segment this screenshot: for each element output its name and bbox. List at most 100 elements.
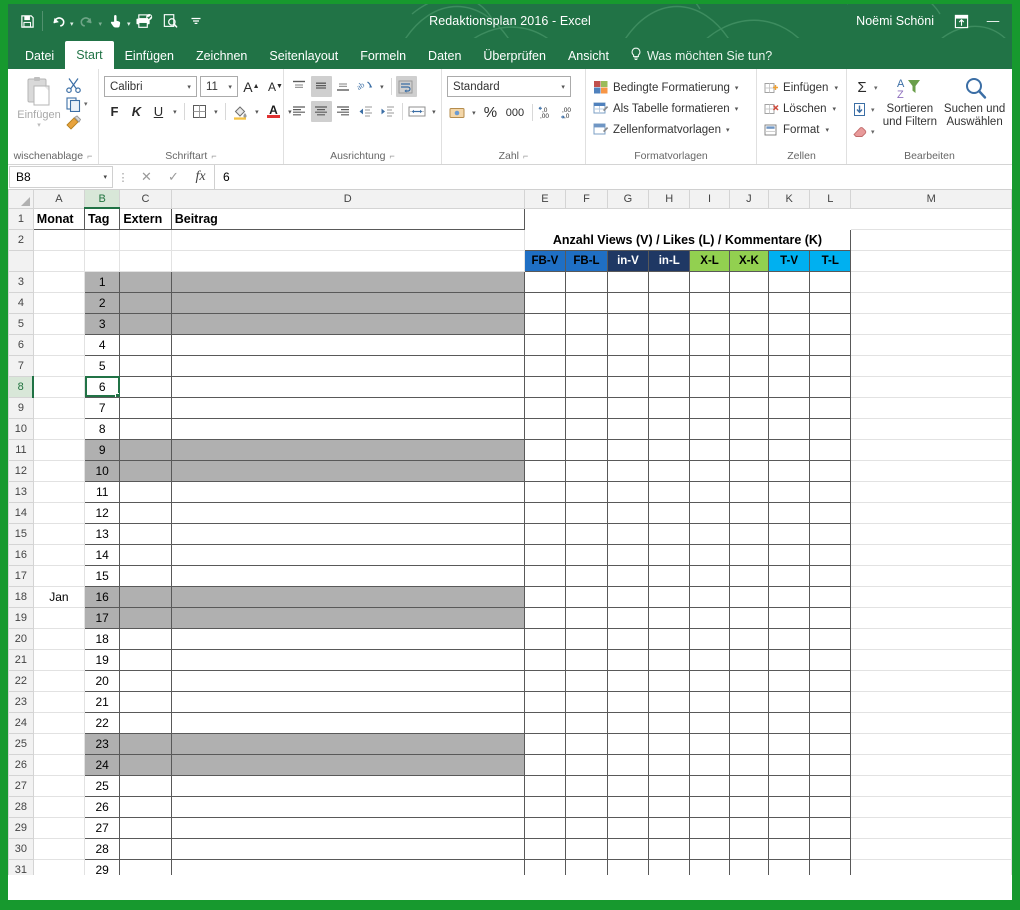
chevron-down-icon[interactable]: ▾ — [825, 126, 829, 134]
cell-F23[interactable] — [565, 690, 608, 713]
cell-L10[interactable] — [809, 417, 852, 440]
cell-I22[interactable] — [689, 669, 730, 692]
cell-C22-extern[interactable] — [119, 669, 172, 692]
cell-A11-monat[interactable] — [32, 438, 86, 461]
row-header-18[interactable]: 18 — [8, 585, 34, 608]
cell-A24-monat[interactable] — [32, 711, 86, 734]
insert-cells-button[interactable]: Einfügen ▾ — [762, 77, 840, 98]
row-header-13[interactable]: 13 — [8, 480, 34, 503]
number-dialog-launcher[interactable]: ⌐ — [523, 151, 528, 161]
cell-J11[interactable] — [728, 438, 770, 461]
row-header-3[interactable]: 3 — [8, 270, 34, 293]
cell-K22[interactable] — [768, 669, 811, 692]
cell-E1-L1-empty[interactable] — [523, 207, 852, 230]
cell-H14[interactable] — [648, 501, 691, 524]
col-header-F[interactable]: F — [565, 190, 608, 209]
cell-G8[interactable] — [606, 375, 650, 398]
cell-F6[interactable] — [565, 333, 608, 356]
cancel-entry-button[interactable]: ✕ — [133, 169, 160, 185]
chevron-down-icon[interactable]: ▾ — [735, 105, 739, 113]
cell-B14-tag[interactable]: 12 — [84, 501, 121, 524]
cell-I14[interactable] — [689, 501, 730, 524]
row-header-24[interactable]: 24 — [8, 711, 34, 734]
row-header-26[interactable]: 26 — [8, 753, 34, 776]
row-header-1[interactable]: 1 — [8, 207, 34, 230]
cell-F29[interactable] — [565, 816, 608, 839]
cell-K19[interactable] — [768, 606, 811, 629]
cell-M3[interactable] — [850, 270, 1012, 293]
cell-B2[interactable] — [84, 228, 121, 251]
cell-B3-tag[interactable]: 1 — [84, 270, 121, 293]
cell-B30-tag[interactable]: 28 — [84, 837, 121, 860]
cell-C11-extern[interactable] — [119, 438, 172, 461]
col-header-H[interactable]: H — [648, 190, 691, 209]
cell-H10[interactable] — [648, 417, 691, 440]
accounting-format-button[interactable] — [447, 102, 468, 123]
cell-J23[interactable] — [728, 690, 770, 713]
cell-G4[interactable] — [606, 291, 650, 314]
cell-L12[interactable] — [809, 459, 852, 482]
font-color-button[interactable]: A — [263, 101, 284, 122]
cell-D1[interactable]: Beitrag — [170, 207, 525, 230]
cell-C12-extern[interactable] — [119, 459, 172, 482]
select-all-corner[interactable] — [8, 190, 34, 209]
cell-B23-tag[interactable]: 21 — [84, 690, 121, 713]
cell-J14[interactable] — [728, 501, 770, 524]
cell-F31[interactable] — [565, 858, 608, 875]
cell-E30[interactable] — [523, 837, 567, 860]
cell-K12[interactable] — [768, 459, 811, 482]
cell-A9-monat[interactable] — [32, 396, 86, 419]
cell-K17[interactable] — [768, 564, 811, 587]
cell-J12[interactable] — [728, 459, 770, 482]
cell-G19[interactable] — [606, 606, 650, 629]
cell-B11-tag[interactable]: 9 — [84, 438, 121, 461]
cell-J3[interactable] — [728, 270, 770, 293]
cell-A13-monat[interactable] — [32, 480, 86, 503]
cell-K10[interactable] — [768, 417, 811, 440]
cell-C2b[interactable] — [119, 249, 172, 272]
cell-L17[interactable] — [809, 564, 852, 587]
cell-E17[interactable] — [523, 564, 567, 587]
cell-M6[interactable] — [850, 333, 1012, 356]
cell-D29-beitrag[interactable] — [170, 816, 525, 839]
cell-J7[interactable] — [728, 354, 770, 377]
cell-C28-extern[interactable] — [119, 795, 172, 818]
format-painter-button[interactable] — [65, 115, 88, 131]
format-cells-button[interactable]: Format ▾ — [762, 119, 831, 140]
cell-E24[interactable] — [523, 711, 567, 734]
cell-H13[interactable] — [648, 480, 691, 503]
cell-G22[interactable] — [606, 669, 650, 692]
row-header-31[interactable]: 31 — [8, 858, 34, 875]
font-dialog-launcher[interactable]: ⌐ — [211, 151, 216, 161]
cell-K14[interactable] — [768, 501, 811, 524]
chevron-down-icon[interactable]: ▾ — [726, 126, 730, 134]
cell-L15[interactable] — [809, 522, 852, 545]
cell-D8-beitrag[interactable] — [170, 375, 525, 398]
cell-K30[interactable] — [768, 837, 811, 860]
cell-E31[interactable] — [523, 858, 567, 875]
cell-J27[interactable] — [728, 774, 770, 797]
cell-E9[interactable] — [523, 396, 567, 419]
cell-J26[interactable] — [728, 753, 770, 776]
cell-A7-monat[interactable] — [32, 354, 86, 377]
cell-A16-monat[interactable] — [32, 543, 86, 566]
cell-I11[interactable] — [689, 438, 730, 461]
cell-B2b[interactable] — [84, 249, 121, 272]
cell-I12[interactable] — [689, 459, 730, 482]
cell-J29[interactable] — [728, 816, 770, 839]
cell-G26[interactable] — [606, 753, 650, 776]
number-format-combo[interactable]: Standard ▾ — [446, 76, 571, 97]
cell-C29-extern[interactable] — [119, 816, 172, 839]
decrease-indent-button[interactable] — [355, 101, 376, 122]
cell-G7[interactable] — [606, 354, 650, 377]
cell-D27-beitrag[interactable] — [170, 774, 525, 797]
cell-H16[interactable] — [648, 543, 691, 566]
cell-K20[interactable] — [768, 627, 811, 650]
col-header-D[interactable]: D — [170, 190, 525, 209]
cell-L9[interactable] — [809, 396, 852, 419]
cell-J15[interactable] — [728, 522, 770, 545]
cell-K25[interactable] — [768, 732, 811, 755]
cell-I13[interactable] — [689, 480, 730, 503]
cell-H18[interactable] — [648, 585, 691, 608]
wrap-text-button[interactable] — [395, 76, 417, 97]
